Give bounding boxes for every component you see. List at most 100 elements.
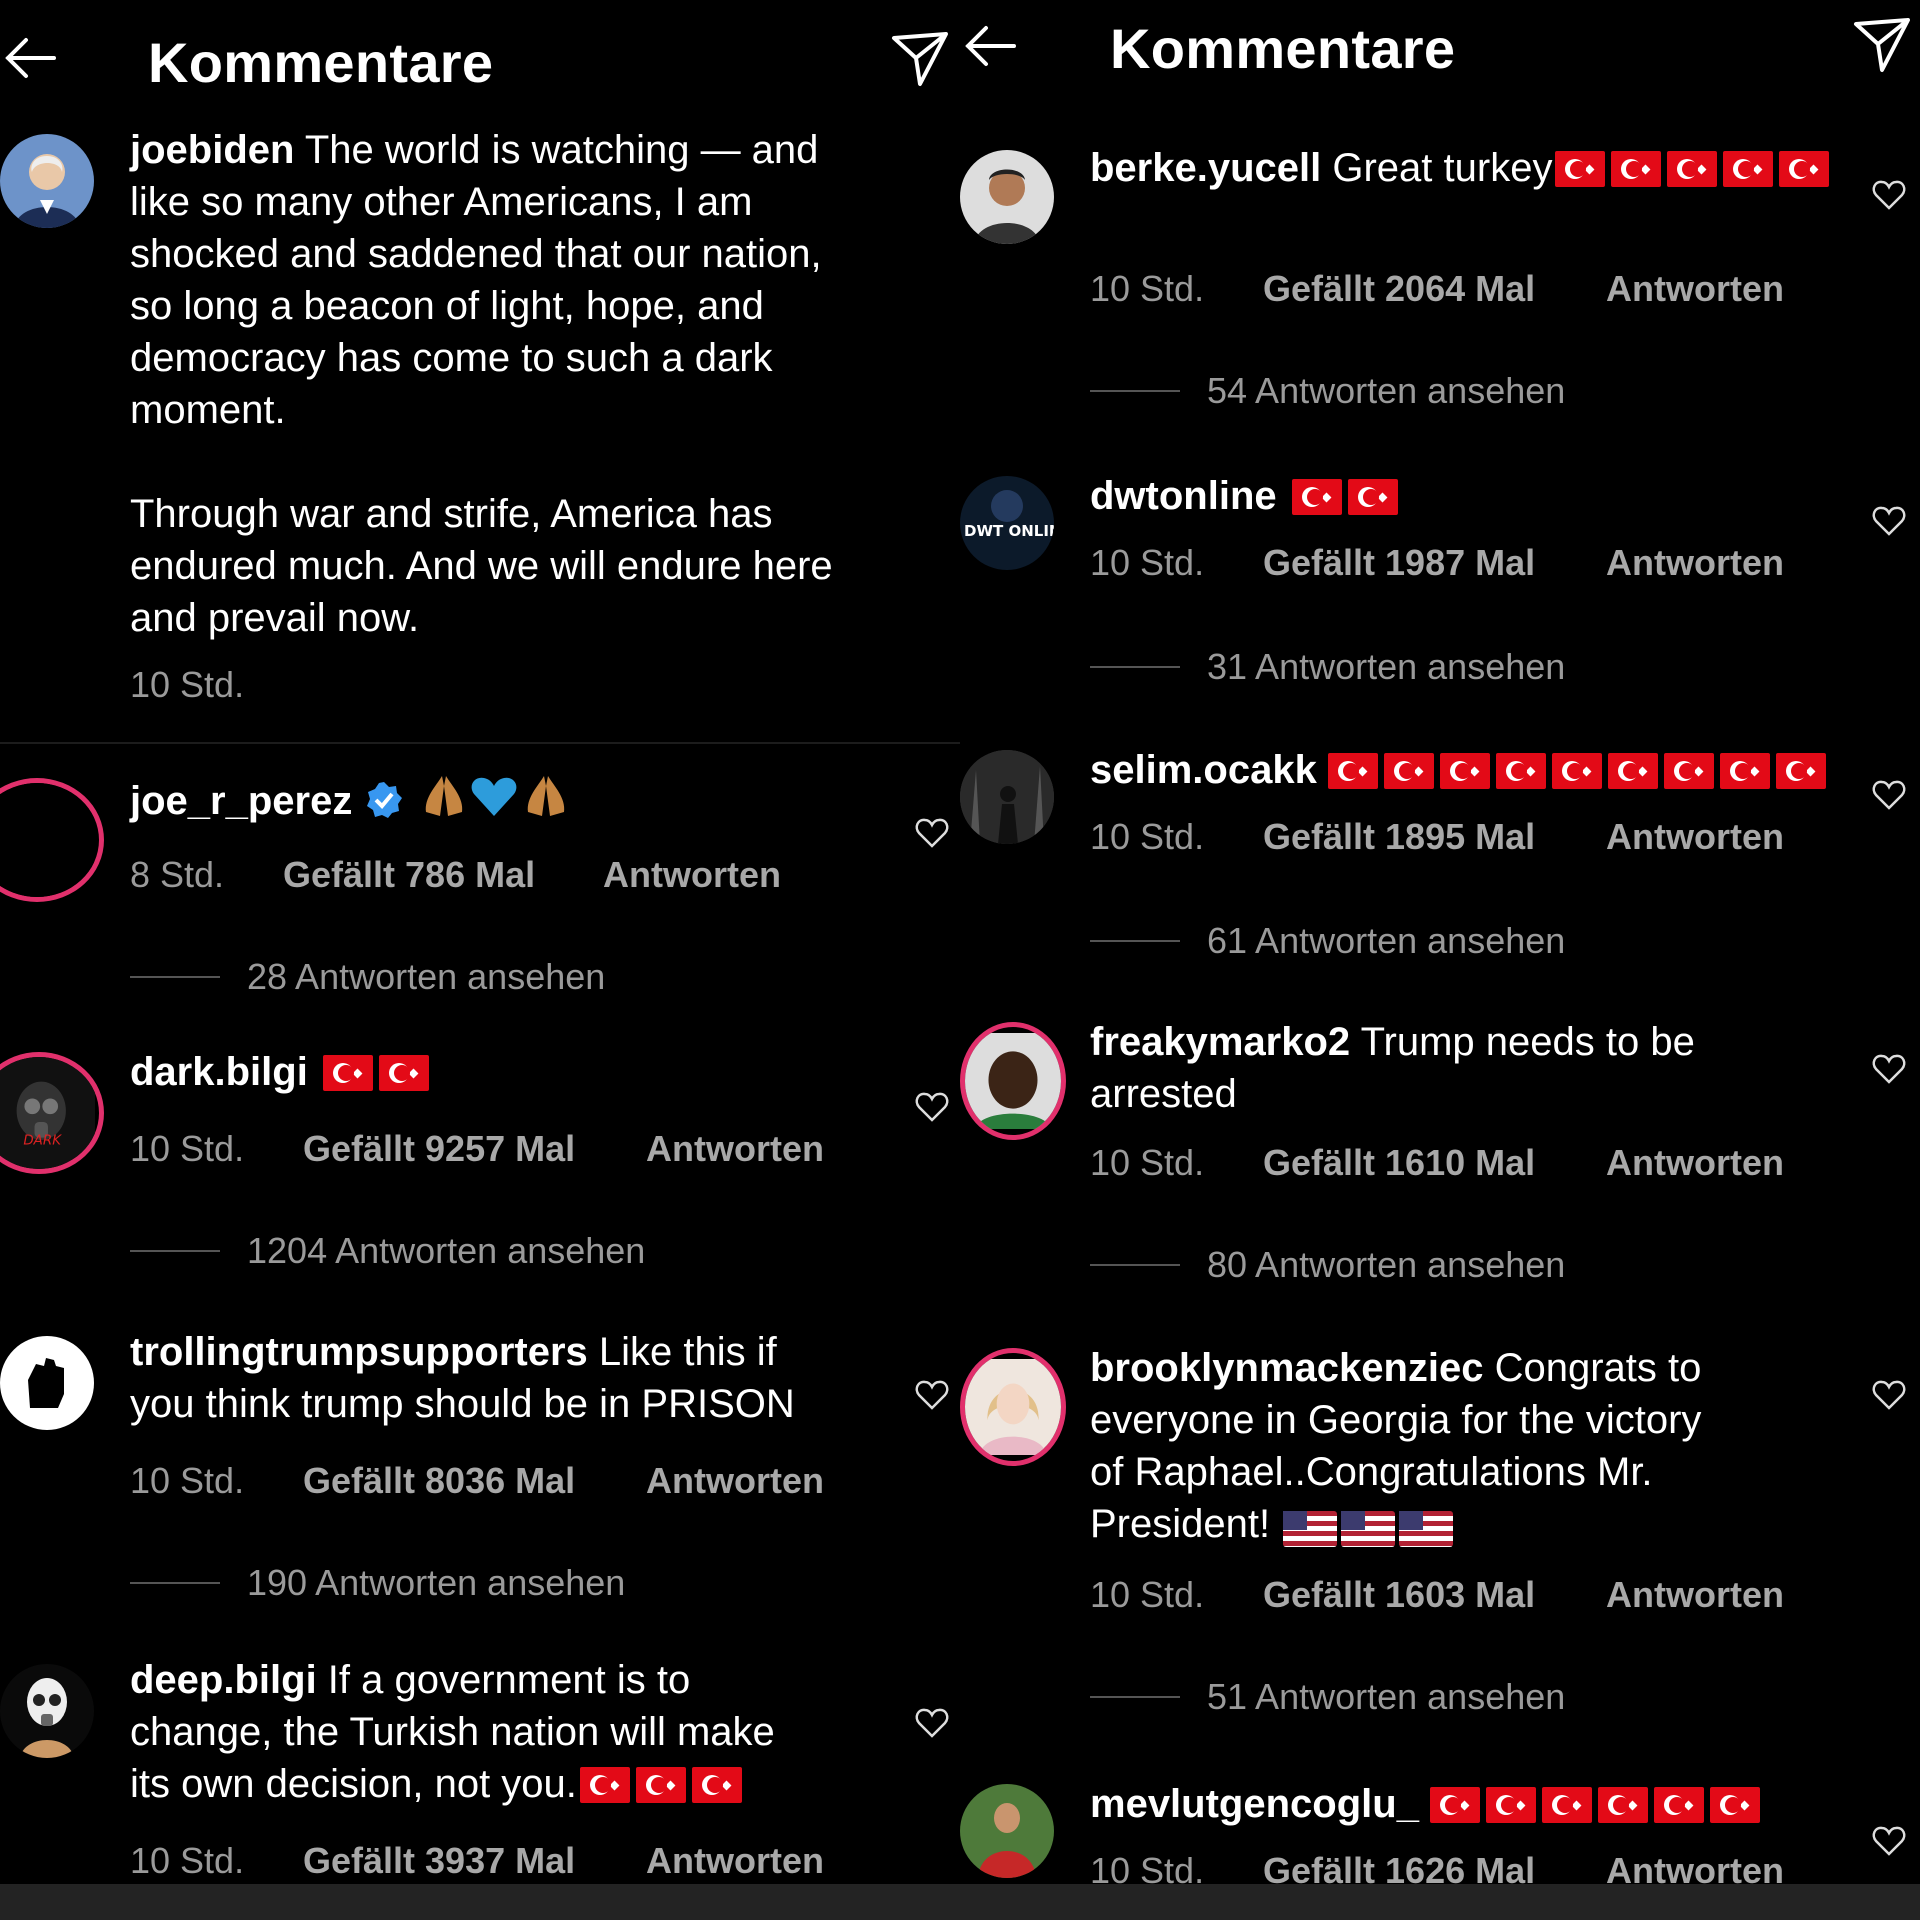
heart-outline-icon[interactable]: [915, 1378, 949, 1412]
timestamp: 8 Std.: [130, 854, 225, 895]
emoji-group: [414, 772, 576, 833]
paper-plane-icon[interactable]: [1852, 14, 1912, 74]
likes-count[interactable]: Gefällt 1987 Mal: [1263, 542, 1535, 584]
likes-count[interactable]: Gefällt 3937 Mal: [303, 1840, 575, 1882]
caption-body: The world is watching — and like so many…: [130, 128, 833, 640]
likes-count[interactable]: Gefällt 1610 Mal: [1263, 1142, 1535, 1184]
username[interactable]: freakymarko2: [1090, 1020, 1350, 1064]
avatar[interactable]: [0, 134, 94, 228]
divider: [1090, 1696, 1180, 1698]
heart-outline-icon[interactable]: [1872, 1052, 1906, 1086]
comment-text: brooklynmackenziec Congrats to everyone …: [1090, 1342, 1890, 1556]
view-replies-label[interactable]: 51 Antworten ansehen: [1207, 1676, 1565, 1718]
heart-outline-icon[interactable]: [1872, 1824, 1906, 1858]
comment-text: berke.yucell Great turkey: [1090, 142, 1890, 200]
view-replies-label[interactable]: 31 Antworten ansehen: [1207, 646, 1565, 688]
likes-count[interactable]: Gefällt 8036 Mal: [303, 1460, 575, 1502]
avatar[interactable]: [960, 1348, 1066, 1466]
divider: [130, 976, 220, 978]
view-replies-label[interactable]: 80 Antworten ansehen: [1207, 1244, 1565, 1286]
reply-button[interactable]: Antworten: [1606, 1574, 1784, 1616]
comment-text: dwtonline: [1090, 470, 1890, 528]
timestamp: 10 Std.: [130, 664, 245, 705]
username[interactable]: dwtonline: [1090, 474, 1277, 518]
avatar[interactable]: [960, 150, 1054, 244]
divider: [1090, 940, 1180, 942]
likes-count[interactable]: Gefällt 2064 Mal: [1263, 268, 1535, 310]
svg-text:DARK: DARK: [23, 1133, 62, 1148]
verified-badge-icon: [367, 782, 403, 818]
avatar[interactable]: DARK: [0, 1052, 104, 1174]
comment-item: deep.bilgi If a government is to change,…: [0, 1658, 960, 1900]
likes-count[interactable]: Gefällt 9257 Mal: [303, 1128, 575, 1170]
avatar[interactable]: DWT ONLINE: [960, 476, 1054, 570]
praying-hands-heart-emojis-icon: [426, 776, 565, 816]
username[interactable]: dark.bilgi: [130, 1050, 308, 1094]
page-title: Kommentare: [1110, 17, 1456, 80]
timestamp: 10 Std.: [1090, 268, 1205, 309]
likes-count[interactable]: Gefällt 786 Mal: [283, 854, 535, 896]
reply-button[interactable]: Antworten: [1606, 542, 1784, 584]
heart-outline-icon[interactable]: [1872, 1378, 1906, 1412]
right-screenshot-panel: Kommentare berke.yucell Great turkey 10 …: [960, 0, 1920, 1920]
username[interactable]: berke.yucell: [1090, 146, 1321, 190]
view-replies-label[interactable]: 54 Antworten ansehen: [1207, 370, 1565, 412]
turkey-flags-icon: [1325, 750, 1829, 802]
comment-item: berke.yucell Great turkey 10 Std. Gefäll…: [960, 146, 1920, 428]
turkey-flags-icon: [577, 1764, 745, 1816]
bottom-bar: [960, 1884, 1920, 1920]
header: Kommentare: [0, 0, 960, 120]
reply-button[interactable]: Antworten: [603, 854, 781, 896]
comment-item: brooklynmackenziec Congrats to everyone …: [960, 1346, 1920, 1728]
avatar-logo-text: DWT ONLINE: [964, 522, 1054, 540]
timestamp: 10 Std.: [130, 1460, 245, 1501]
view-replies-label[interactable]: 190 Antworten ansehen: [247, 1562, 625, 1604]
divider: [0, 742, 960, 744]
comment-text: dark.bilgi: [130, 1046, 930, 1104]
username[interactable]: joe_r_perez: [130, 779, 352, 823]
avatar[interactable]: [960, 750, 1054, 844]
reply-button[interactable]: Antworten: [1606, 816, 1784, 858]
divider: [1090, 1264, 1180, 1266]
avatar[interactable]: [0, 1664, 94, 1758]
avatar[interactable]: [0, 778, 104, 902]
avatar[interactable]: [960, 1784, 1054, 1878]
username[interactable]: selim.ocakk: [1090, 748, 1317, 792]
paper-plane-icon[interactable]: [890, 28, 950, 88]
comment-text: mevlutgencoglu_: [1090, 1778, 1890, 1836]
arrow-left-icon[interactable]: [960, 16, 1020, 76]
username[interactable]: deep.bilgi: [130, 1658, 317, 1702]
reply-button[interactable]: Antworten: [646, 1840, 824, 1882]
heart-outline-icon[interactable]: [915, 1706, 949, 1740]
arrow-left-icon[interactable]: [0, 28, 60, 88]
comment-item: freakymarko2 Trump needs to be arrested …: [960, 1020, 1920, 1322]
timestamp: 10 Std.: [1090, 1142, 1205, 1183]
likes-count[interactable]: Gefällt 1603 Mal: [1263, 1574, 1535, 1616]
turkey-flags-icon: [1552, 148, 1832, 200]
caption-text: joebiden The world is watching — and lik…: [130, 124, 950, 644]
view-replies-label[interactable]: 1204 Antworten ansehen: [247, 1230, 645, 1272]
heart-outline-icon[interactable]: [1872, 778, 1906, 812]
heart-outline-icon[interactable]: [1872, 178, 1906, 212]
reply-button[interactable]: Antworten: [1606, 1142, 1784, 1184]
reply-button[interactable]: Antworten: [646, 1460, 824, 1502]
likes-count[interactable]: Gefällt 1895 Mal: [1263, 816, 1535, 858]
username[interactable]: brooklynmackenziec: [1090, 1346, 1484, 1390]
heart-outline-icon[interactable]: [915, 1090, 949, 1124]
divider: [1090, 390, 1180, 392]
reply-button[interactable]: Antworten: [646, 1128, 824, 1170]
turkey-flags-icon: [1289, 476, 1401, 528]
heart-outline-icon[interactable]: [1872, 504, 1906, 538]
username[interactable]: joebiden: [130, 128, 294, 172]
timestamp: 10 Std.: [1090, 542, 1205, 583]
view-replies-label[interactable]: 28 Antworten ansehen: [247, 956, 605, 998]
divider: [1090, 666, 1180, 668]
avatar[interactable]: [960, 1022, 1066, 1140]
heart-outline-icon[interactable]: [915, 816, 949, 850]
username[interactable]: trollingtrumpsupporters: [130, 1330, 588, 1374]
username[interactable]: mevlutgencoglu_: [1090, 1782, 1419, 1826]
avatar[interactable]: [0, 1336, 94, 1430]
divider: [130, 1582, 220, 1584]
view-replies-label[interactable]: 61 Antworten ansehen: [1207, 920, 1565, 962]
reply-button[interactable]: Antworten: [1606, 268, 1784, 310]
